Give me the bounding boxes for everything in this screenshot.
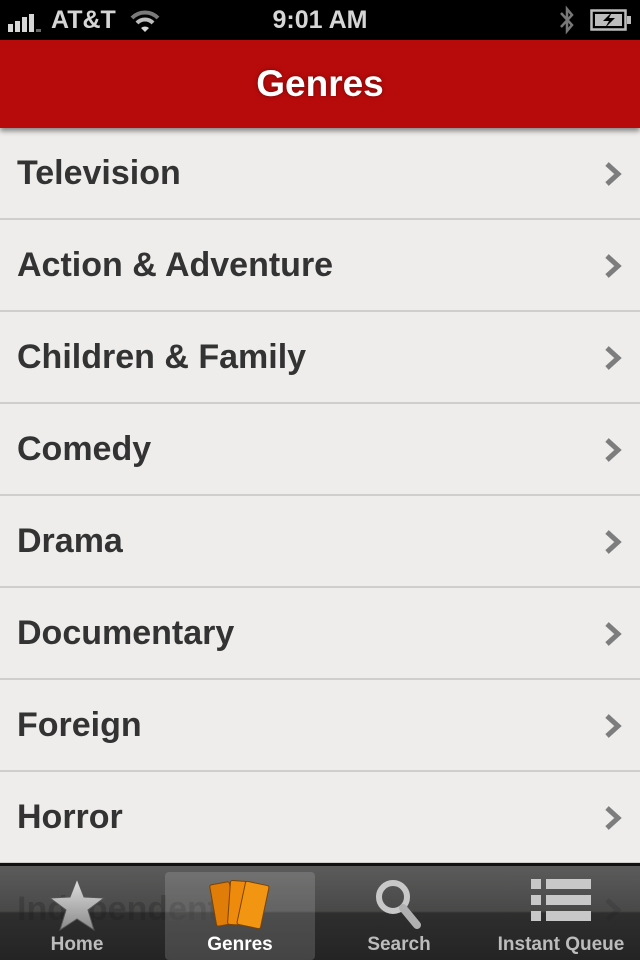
genre-row[interactable]: Drama: [0, 496, 640, 588]
chevron-right-icon: [605, 714, 622, 738]
genre-row[interactable]: Comedy: [0, 404, 640, 496]
tab-instant-queue-label: Instant Queue: [497, 934, 625, 955]
chevron-right-icon: [605, 530, 622, 554]
list-icon: [531, 879, 591, 921]
genre-label: Comedy: [17, 430, 152, 468]
genre-list: Television Action & Adventure Children & F…: [0, 128, 640, 956]
genre-row[interactable]: Action & Adventure: [0, 220, 640, 312]
battery-charging-icon: [590, 9, 631, 31]
genre-row[interactable]: Television: [0, 128, 640, 220]
cards-icon: [209, 879, 270, 930]
tab-home[interactable]: Home: [2, 872, 152, 960]
tab-bar: Home Genres Search Instant Queue: [0, 863, 640, 960]
chevron-right-icon: [605, 806, 622, 830]
genre-row[interactable]: Documentary: [0, 588, 640, 680]
chevron-right-icon: [605, 254, 622, 278]
bluetooth-icon: [560, 5, 574, 35]
genre-row[interactable]: Foreign: [0, 680, 640, 772]
search-icon: [376, 880, 421, 929]
genre-label: Action & Adventure: [17, 246, 334, 284]
star-icon: [48, 877, 106, 932]
chevron-right-icon: [605, 438, 622, 462]
page-title: Genres: [256, 63, 384, 104]
clock: 9:01 AM: [272, 6, 368, 34]
tab-genres-label: Genres: [207, 934, 273, 955]
chevron-right-icon: [605, 346, 622, 370]
genre-row[interactable]: Horror: [0, 772, 640, 864]
tab-search[interactable]: Search: [324, 872, 474, 960]
genre-row[interactable]: Children & Family: [0, 312, 640, 404]
status-bar: AT&T 9:01 AM: [0, 0, 640, 40]
chevron-right-icon: [605, 622, 622, 646]
navigation-bar: Genres: [0, 40, 640, 128]
genre-label: Documentary: [17, 614, 235, 652]
tab-home-label: Home: [50, 934, 104, 955]
genre-label: Television: [17, 154, 181, 192]
tab-search-label: Search: [367, 934, 431, 955]
tab-instant-queue[interactable]: Instant Queue: [486, 872, 636, 960]
chevron-right-icon: [605, 162, 622, 186]
genre-label: Horror: [17, 798, 123, 836]
genre-label: Children & Family: [17, 338, 307, 376]
genre-label: Foreign: [17, 706, 142, 744]
genre-label: Drama: [17, 522, 123, 560]
tab-genres[interactable]: Genres: [165, 872, 315, 960]
